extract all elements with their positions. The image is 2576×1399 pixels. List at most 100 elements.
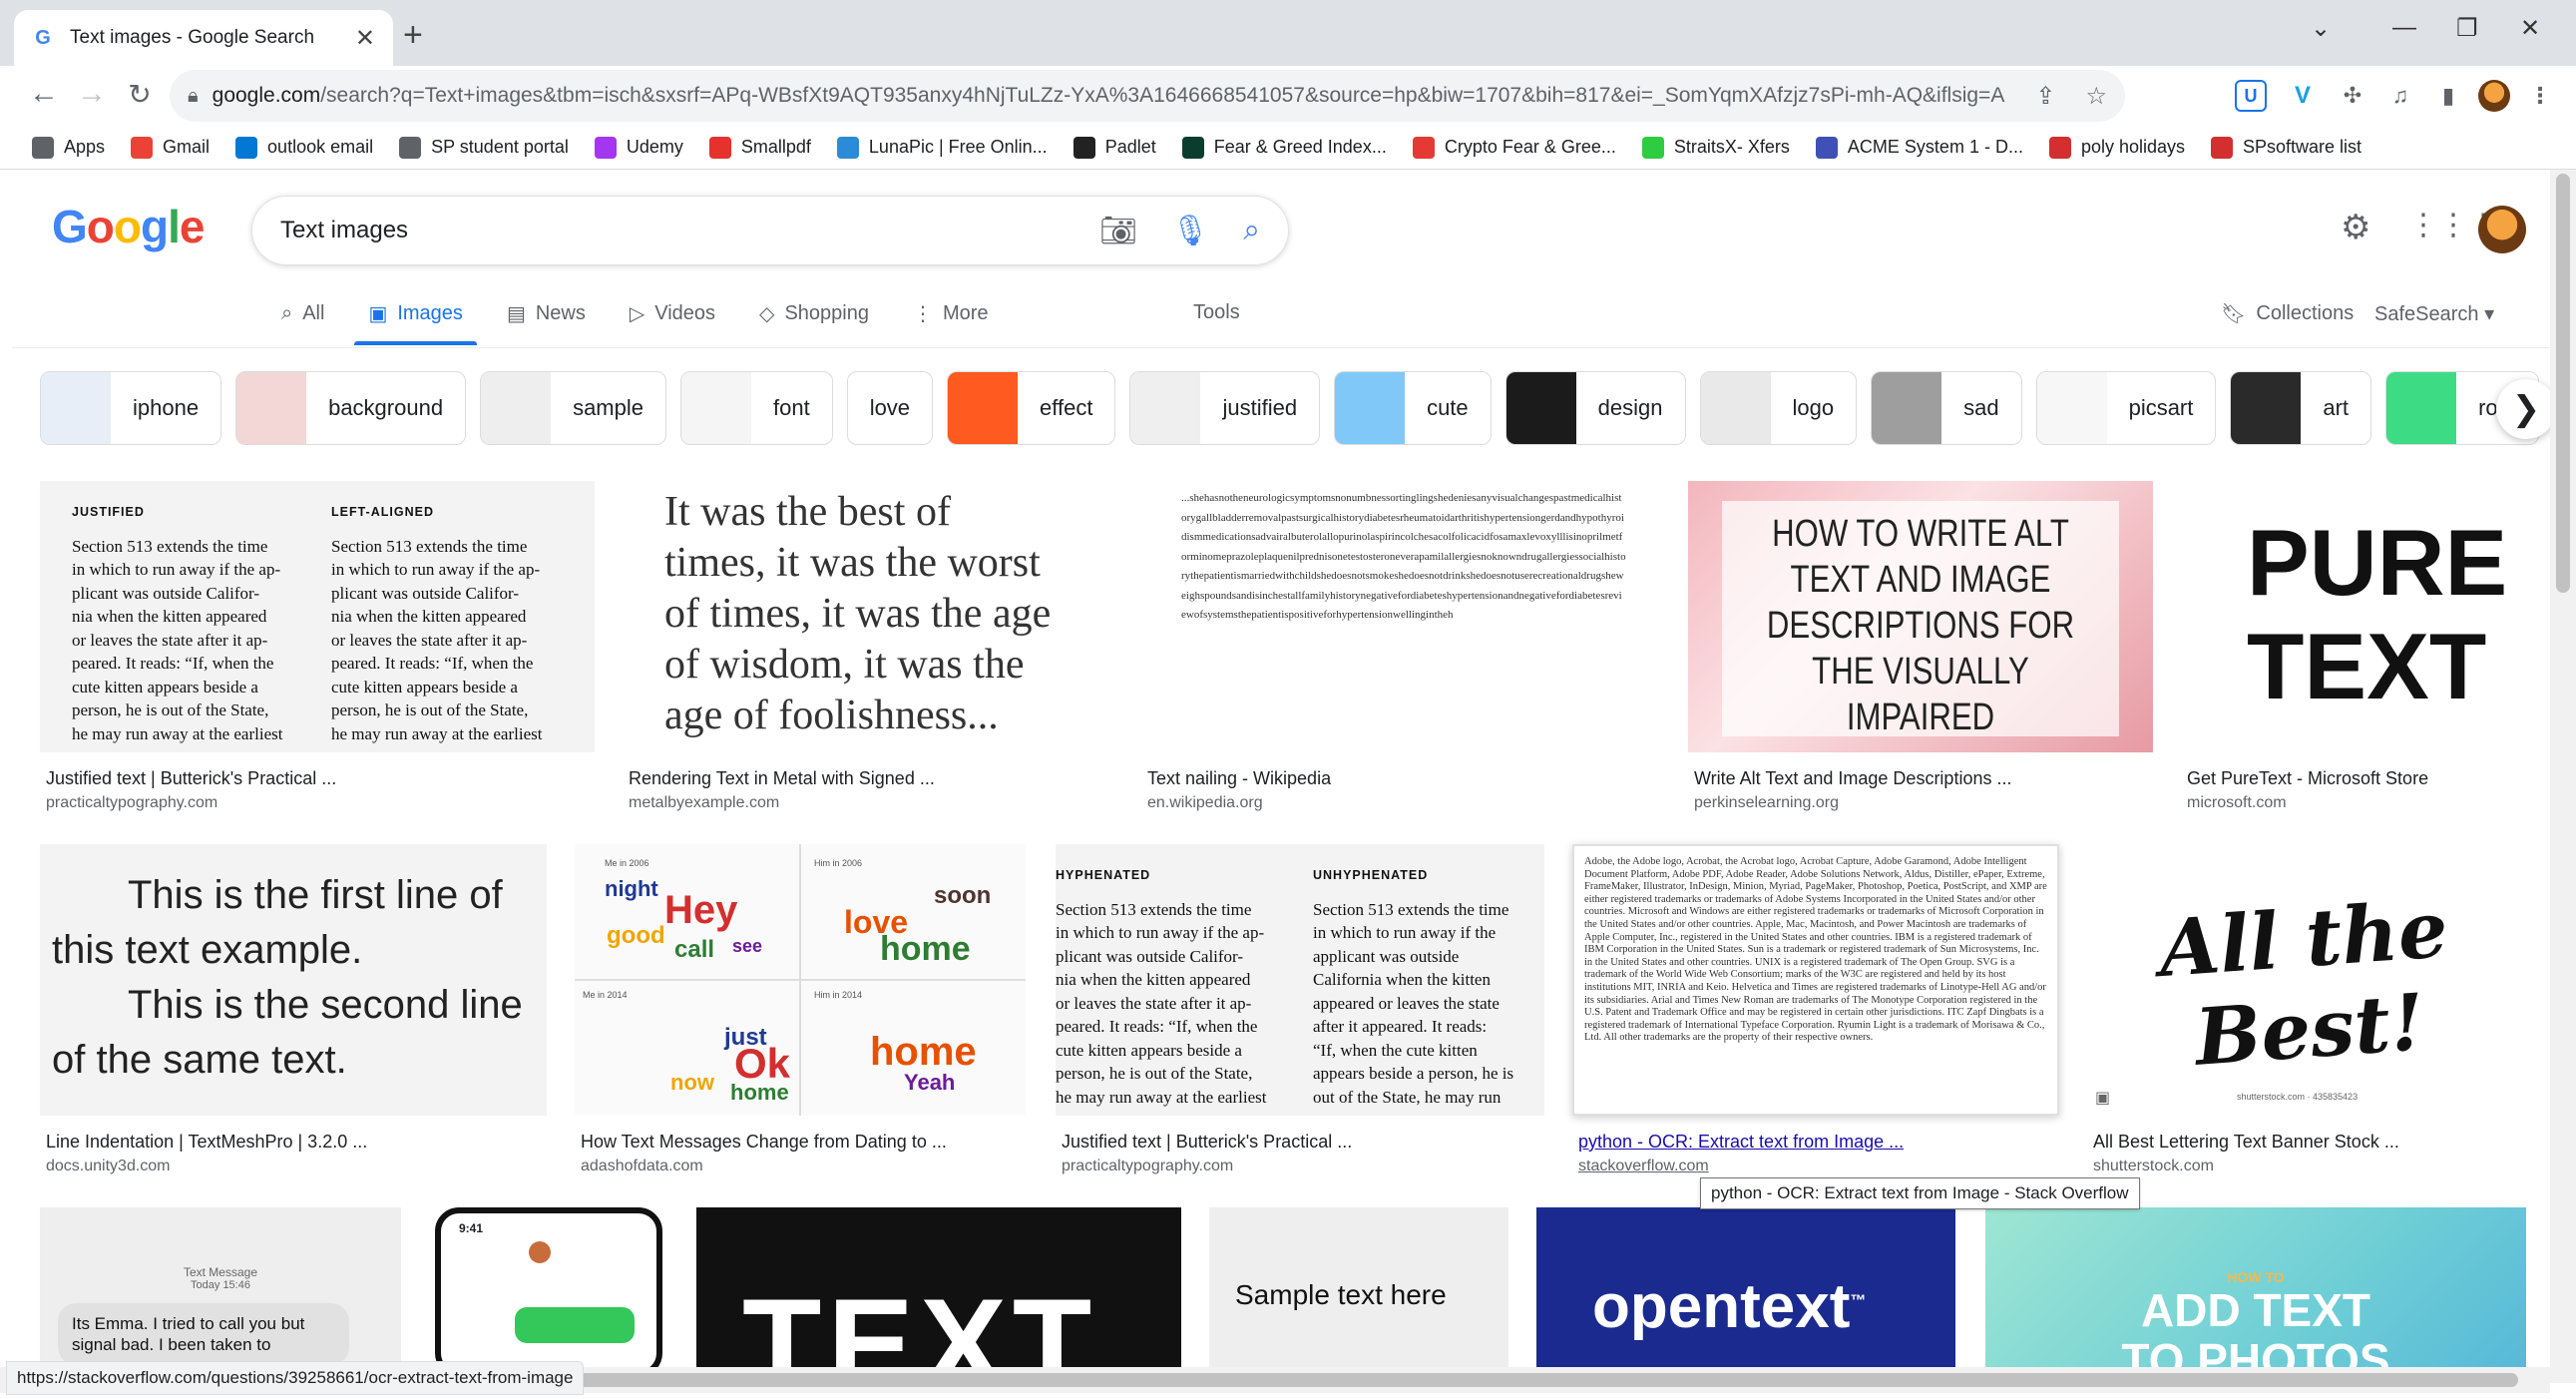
address-bar[interactable]: 🔒︎ google.com/search?q=Text+images&tbm=i…	[170, 70, 2125, 122]
extension-v-icon[interactable]: V	[2287, 80, 2319, 112]
result-site[interactable]: perkinselearning.org	[1694, 794, 1839, 812]
result-image[interactable]: HYPHENATED Section 513 extends the time i…	[1056, 844, 1544, 1116]
search-box[interactable]: 📷︎ 🎙︎ ⌕	[251, 196, 1289, 265]
result-title[interactable]: Justified text | Butterick's Practical .…	[46, 768, 336, 789]
result-site[interactable]: docs.unity3d.com	[46, 1158, 171, 1175]
result-image[interactable]: Adobe, the Adobe logo, Acrobat, the Acro…	[1572, 844, 2059, 1116]
result-image[interactable]: HOW TO ADD TEXT TO PHOTOS	[1985, 1207, 2526, 1369]
bookmark-item[interactable]: SPsoftware list	[2211, 136, 2361, 159]
result-image[interactable]: TEXT	[696, 1207, 1181, 1369]
tab-all[interactable]: ⌕ All	[281, 295, 324, 331]
chip-justified[interactable]: justified	[1129, 371, 1321, 445]
vertical-scrollbar[interactable]	[2550, 170, 2576, 1383]
result-image[interactable]: opentext™	[1536, 1207, 1955, 1369]
tools-button[interactable]: Tools	[1193, 301, 1240, 324]
bookmark-item[interactable]: outlook email	[235, 136, 373, 159]
lock-icon[interactable]: 🔒︎	[188, 85, 199, 108]
bookmark-star-icon[interactable]: ☆	[2085, 82, 2107, 111]
settings-gear-icon[interactable]: ⚙	[2341, 208, 2370, 247]
result-image[interactable]: 9:41	[429, 1207, 668, 1369]
forward-icon[interactable]: →	[72, 74, 112, 114]
result-image[interactable]: PURE TEXT	[2181, 481, 2526, 752]
collections-button[interactable]: 🔖︎ Collections	[2221, 301, 2354, 326]
profile-avatar-icon[interactable]	[2478, 80, 2510, 112]
bookmark-item[interactable]: Fear & Greed Index...	[1181, 136, 1387, 159]
result-card[interactable]: It was the best of times, it was the wors…	[623, 481, 1111, 820]
bookmark-item[interactable]: LunaPic | Free Onlin...	[836, 136, 1048, 159]
chip-sample[interactable]: sample	[480, 371, 666, 445]
result-card[interactable]: Me in 2006 Him in 2006 Me in 2014 Him in…	[575, 844, 1026, 1183]
result-image[interactable]: Sample text here	[1209, 1207, 1508, 1369]
google-logo[interactable]: Google	[52, 200, 205, 253]
chip-sad[interactable]: sad	[1871, 371, 2022, 445]
chip-design[interactable]: design	[1504, 371, 1686, 445]
tab-videos[interactable]: ▷ Videos	[630, 295, 715, 331]
close-tab-icon[interactable]: ✕	[355, 24, 375, 53]
chip-picsart[interactable]: picsart	[2035, 371, 2217, 445]
media-control-icon[interactable]: ♫	[2384, 80, 2416, 112]
result-title[interactable]: How Text Messages Change from Dating to …	[581, 1132, 947, 1153]
reload-icon[interactable]: ↻	[120, 74, 160, 114]
result-card[interactable]: ...shehasnotheneurologicsymptomsnonumbne…	[1141, 481, 1666, 820]
share-icon[interactable]: ⇪	[2035, 82, 2055, 111]
minimize-icon[interactable]: —	[2392, 14, 2416, 42]
bookmark-item[interactable]: Apps	[32, 136, 105, 159]
result-title[interactable]: Write Alt Text and Image Descriptions ..…	[1694, 768, 2011, 789]
bookmark-item[interactable]: Gmail	[131, 136, 210, 159]
result-site[interactable]: practicaltypography.com	[46, 794, 217, 812]
result-title[interactable]: Get PureText - Microsoft Store	[2187, 768, 2428, 789]
result-title[interactable]: All Best Lettering Text Banner Stock ...	[2093, 1132, 2399, 1153]
safesearch-dropdown[interactable]: SafeSearch ▾	[2374, 301, 2494, 326]
result-site[interactable]: stackoverflow.com	[1578, 1158, 1709, 1175]
microphone-icon[interactable]: 🎙︎	[1171, 214, 1209, 248]
search-input[interactable]	[280, 217, 1066, 244]
chip-art[interactable]: art	[2230, 371, 2372, 445]
back-icon[interactable]: ←	[24, 74, 64, 114]
scrollbar-thumb[interactable]	[2556, 174, 2570, 593]
result-site[interactable]: practicaltypography.com	[1062, 1158, 1233, 1175]
result-site[interactable]: shutterstock.com	[2093, 1158, 2214, 1175]
bookmark-item[interactable]: ACME System 1 - D...	[1815, 136, 2023, 159]
extension-u-icon[interactable]: U	[2235, 80, 2267, 112]
result-card[interactable]: Adobe, the Adobe logo, Acrobat, the Acro…	[1572, 844, 2059, 1183]
result-image[interactable]: It was the best of times, it was the wors…	[623, 481, 1111, 752]
result-card[interactable]: opentext™	[1536, 1207, 1955, 1369]
result-card[interactable]: All the Best! shutterstock.com · 4358354…	[2087, 844, 2526, 1183]
search-icon[interactable]: ⌕	[1243, 214, 1260, 247]
result-card[interactable]: HOW TO ADD TEXT TO PHOTOS	[1985, 1207, 2526, 1369]
side-panel-icon[interactable]: ▮	[2432, 80, 2464, 112]
result-image[interactable]: All the Best! shutterstock.com · 4358354…	[2087, 844, 2526, 1116]
bookmark-item[interactable]: Crypto Fear & Gree...	[1412, 136, 1616, 159]
result-title[interactable]: Justified text | Butterick's Practical .…	[1062, 1132, 1352, 1153]
result-card[interactable]: PURE TEXT Get PureText - Microsoft Store…	[2181, 481, 2526, 820]
bookmark-item[interactable]: StraitsX- Xfers	[1641, 136, 1790, 159]
restore-icon[interactable]: ❐	[2456, 14, 2478, 43]
tab-more[interactable]: ⋮ More	[913, 295, 989, 331]
url-text[interactable]: google.com/search?q=Text+images&tbm=isch…	[213, 84, 2006, 108]
result-title[interactable]: Line Indentation | TextMeshPro | 3.2.0 .…	[46, 1132, 367, 1153]
result-title[interactable]: Text nailing - Wikipedia	[1147, 768, 1331, 789]
result-site[interactable]: metalbyexample.com	[629, 794, 779, 812]
bookmark-item[interactable]: Udemy	[594, 136, 683, 159]
tab-shopping[interactable]: ◇ Shopping	[759, 295, 869, 331]
chip-logo[interactable]: logo	[1699, 371, 1858, 445]
close-window-icon[interactable]: ✕	[2520, 14, 2540, 43]
menu-dots-icon[interactable]: ⋮	[2524, 80, 2556, 112]
result-card[interactable]: Sample text here	[1209, 1207, 1508, 1369]
result-site[interactable]: microsoft.com	[2187, 794, 2287, 812]
result-title[interactable]: Rendering Text in Metal with Signed ...	[629, 768, 935, 789]
chevron-right-icon[interactable]: ❯	[2496, 379, 2556, 439]
result-image[interactable]: This is the first line of this text exam…	[40, 844, 547, 1116]
bookmark-item[interactable]: poly holidays	[2048, 136, 2185, 159]
chip-cute[interactable]: cute	[1334, 371, 1492, 445]
chip-iphone[interactable]: iphone	[40, 371, 222, 445]
tab-images[interactable]: ▣ Images	[354, 295, 477, 345]
result-card[interactable]: Text Message Today 15:46 Its Emma. I tri…	[40, 1207, 401, 1369]
bookmark-item[interactable]: Smallpdf	[708, 136, 811, 159]
result-card[interactable]: JUSTIFIED Section 513 extends the time in…	[40, 481, 595, 820]
result-card[interactable]: HYPHENATED Section 513 extends the time i…	[1056, 844, 1544, 1183]
browser-tab[interactable]: G Text images - Google Search ✕	[14, 10, 393, 66]
result-image[interactable]: ...shehasnotheneurologicsymptomsnonumbne…	[1141, 481, 1666, 752]
result-card[interactable]: This is the first line of this text exam…	[40, 844, 547, 1183]
bookmark-item[interactable]: Padlet	[1073, 136, 1156, 159]
